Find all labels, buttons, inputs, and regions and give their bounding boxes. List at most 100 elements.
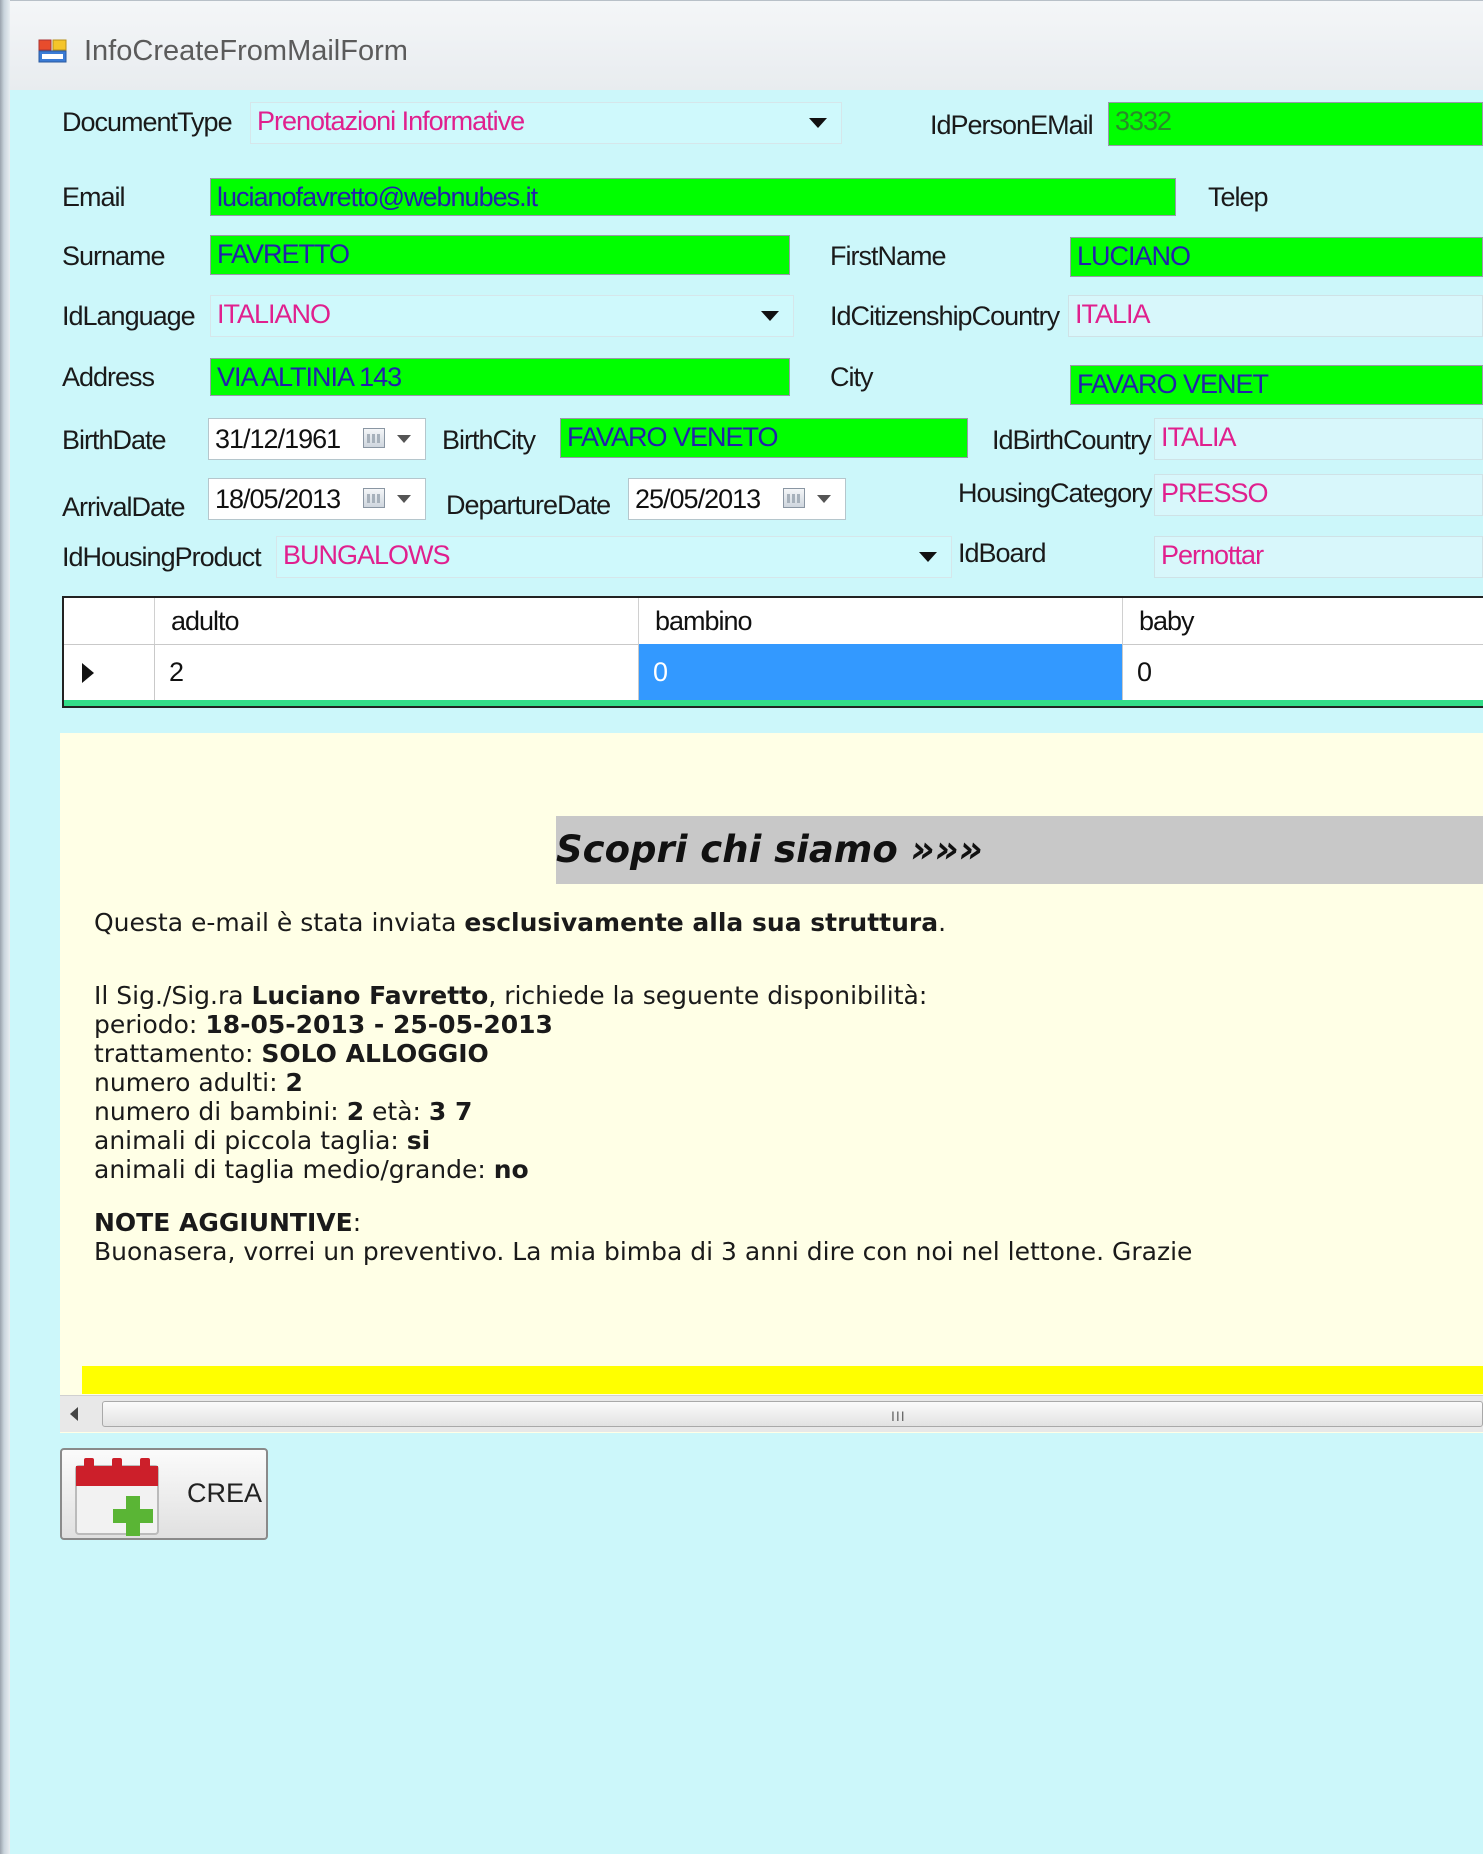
first-name-value: LUCIANO <box>1077 241 1191 271</box>
text-bold: 2 <box>346 1097 365 1126</box>
departure-date-value: 25/05/2013 <box>635 484 761 514</box>
window-title: InfoCreateFromMailForm <box>84 35 408 67</box>
address-field[interactable]: VIA ALTINIA 143 <box>210 358 790 396</box>
surname-value: FAVRETTO <box>217 239 350 269</box>
scrollbar-thumb[interactable]: III <box>102 1401 1483 1427</box>
id-housing-product-label: IdHousingProduct <box>62 542 262 572</box>
text-bold: si <box>406 1126 431 1155</box>
text-bold: NOTE AGGIUNTIVE <box>94 1208 353 1237</box>
grid-column-header[interactable]: adulto <box>154 598 638 644</box>
id-birth-country-select[interactable]: ITALIA <box>1154 418 1483 460</box>
chevron-down-icon <box>397 495 411 503</box>
chevron-down-icon <box>919 552 937 562</box>
mail-request-line: Il Sig./Sig.ra Luciano Favretto, richied… <box>94 981 927 1010</box>
crea-button[interactable]: CREA <box>60 1448 268 1540</box>
address-label: Address <box>62 362 155 392</box>
horizontal-scrollbar[interactable]: III <box>60 1395 1483 1432</box>
mail-animali-piccoli: animali di piccola taglia: si <box>94 1126 430 1155</box>
email-value: lucianofavretto@webnubes.it <box>217 182 538 212</box>
calendar-add-icon <box>75 1458 159 1536</box>
crea-button-label: CREA <box>187 1478 263 1508</box>
text-bold: no <box>493 1155 529 1184</box>
id-person-email-value: 3332 <box>1115 106 1172 136</box>
first-name-field[interactable]: LUCIANO <box>1070 237 1483 277</box>
text: . <box>938 908 947 937</box>
id-citizenship-country-select[interactable]: ITALIA <box>1068 295 1483 337</box>
birth-date-value: 31/12/1961 <box>215 424 341 454</box>
text: trattamento: <box>94 1039 262 1068</box>
id-birth-country-label: IdBirthCountry <box>992 425 1152 455</box>
grid-cell-selected[interactable]: 0 <box>638 644 1122 700</box>
city-label: City <box>830 362 873 392</box>
housing-category-value: PRESSO <box>1161 478 1269 508</box>
id-birth-country-value: ITALIA <box>1161 422 1237 452</box>
scroll-left-icon[interactable] <box>70 1407 78 1421</box>
text: : <box>352 1208 362 1237</box>
id-person-email-label: IdPersonEMail <box>930 110 1094 140</box>
grid-cell[interactable]: 2 <box>154 644 638 700</box>
mail-note-text: Buonasera, vorrei un preventivo. La mia … <box>94 1237 1193 1266</box>
text: , richiede la seguente disponibilità: <box>488 981 928 1010</box>
id-language-select[interactable]: ITALIANO <box>210 295 794 337</box>
mail-banner-link[interactable]: Scopri chi siamo »»» <box>556 816 1483 884</box>
birth-city-label: BirthCity <box>442 425 536 455</box>
grid-header: adulto bambino baby <box>64 598 1483 645</box>
table-row[interactable]: 2 0 0 <box>64 644 1483 700</box>
title-bar[interactable]: InfoCreateFromMailForm <box>10 0 1483 91</box>
housing-category-label: HousingCategory <box>958 478 1153 508</box>
id-language-label: IdLanguage <box>62 301 196 331</box>
text: età: <box>364 1097 429 1126</box>
departure-date-picker[interactable]: 25/05/2013 <box>628 478 846 520</box>
grid-column-header[interactable]: baby <box>1122 598 1483 644</box>
text: numero adulti: <box>94 1068 286 1097</box>
document-type-value: Prenotazioni Informative <box>257 106 525 136</box>
grid-cell[interactable]: 0 <box>1122 644 1483 700</box>
arrival-date-label: ArrivalDate <box>62 492 186 522</box>
id-housing-product-select[interactable]: BUNGALOWS <box>276 536 952 578</box>
mail-animali-grandi: animali di taglia medio/grande: no <box>94 1155 529 1184</box>
chevron-down-icon <box>817 495 831 503</box>
grid-bottom-border <box>64 700 1483 706</box>
birth-date-label: BirthDate <box>62 425 167 455</box>
mail-trattamento: trattamento: SOLO ALLOGGIO <box>94 1039 489 1068</box>
mail-bambini: numero di bambini: 2 età: 3 7 <box>94 1097 472 1126</box>
mail-highlight-bar <box>82 1366 1483 1394</box>
calendar-icon <box>363 488 385 508</box>
text: Il Sig./Sig.ra <box>94 981 252 1010</box>
text-bold: 2 <box>285 1068 303 1097</box>
address-value: VIA ALTINIA 143 <box>217 362 402 392</box>
text-bold: esclusivamente alla sua struttura <box>464 908 939 937</box>
birth-date-picker[interactable]: 31/12/1961 <box>208 418 426 460</box>
city-field[interactable]: FAVARO VENET <box>1070 365 1483 405</box>
city-value: FAVARO VENET <box>1077 369 1269 399</box>
calendar-icon <box>363 428 385 448</box>
text-bold: 3 7 <box>428 1097 473 1126</box>
arrival-date-picker[interactable]: 18/05/2013 <box>208 478 426 520</box>
text-bold: 18-05-2013 - 25-05-2013 <box>205 1010 553 1039</box>
scrollbar-grip: III <box>891 1408 906 1424</box>
text-bold: Luciano Favretto <box>251 981 489 1010</box>
id-board-select[interactable]: Pernottar <box>1154 536 1483 578</box>
email-field[interactable]: lucianofavretto@webnubes.it <box>210 178 1176 216</box>
id-housing-product-value: BUNGALOWS <box>283 540 451 570</box>
id-person-email-field[interactable]: 3332 <box>1108 102 1483 146</box>
guests-grid[interactable]: adulto bambino baby 2 0 0 <box>62 596 1483 708</box>
mail-banner-text: Scopri chi siamo »»» <box>556 828 983 871</box>
surname-field[interactable]: FAVRETTO <box>210 235 790 275</box>
departure-date-label: DepartureDate <box>446 490 611 520</box>
document-type-select[interactable]: Prenotazioni Informative <box>250 102 842 144</box>
id-board-value: Pernottar <box>1161 540 1264 570</box>
birth-city-field[interactable]: FAVARO VENETO <box>560 418 968 458</box>
mail-preview[interactable]: Scopri chi siamo »»» Questa e-mail è sta… <box>60 733 1483 1433</box>
grid-column-header[interactable]: bambino <box>638 598 1122 644</box>
email-label: Email <box>62 182 126 212</box>
birth-city-value: FAVARO VENETO <box>567 422 779 452</box>
text: animali di piccola taglia: <box>94 1126 407 1155</box>
id-citizenship-country-value: ITALIA <box>1075 299 1151 329</box>
arrival-date-value: 18/05/2013 <box>215 484 341 514</box>
mail-adulti: numero adulti: 2 <box>94 1068 303 1097</box>
mail-note-heading: NOTE AGGIUNTIVE: <box>94 1208 361 1237</box>
housing-category-select[interactable]: PRESSO <box>1154 474 1483 516</box>
text: Questa e-mail è stata inviata <box>94 908 465 937</box>
chevron-down-icon <box>809 118 827 128</box>
